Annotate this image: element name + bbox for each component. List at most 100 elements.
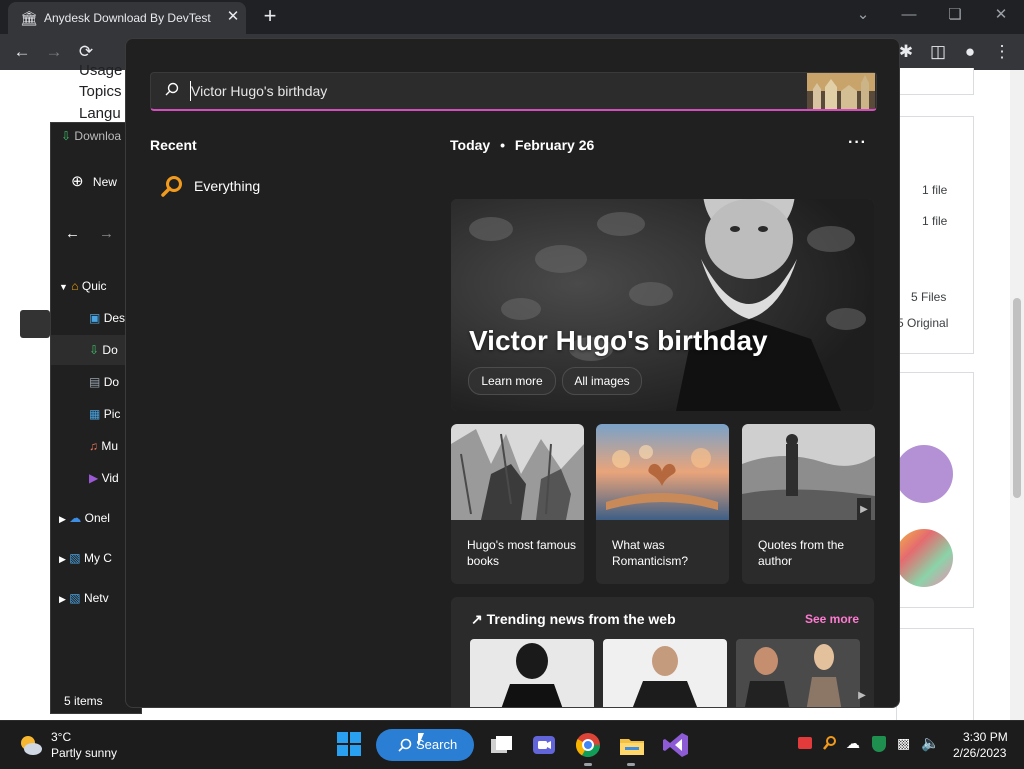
camera-chat-glyph [533, 736, 555, 754]
nav-onedrive[interactable]: ▶ ☁ Onel [59, 511, 110, 525]
side-panel-icon[interactable]: ◫ [926, 40, 950, 64]
explorer-title-text: Downloa [74, 129, 122, 143]
nav-item-documents[interactable]: ▤ Do [89, 375, 119, 389]
today-label: Today [450, 137, 491, 153]
card-famous-books[interactable]: Hugo's most famous books [451, 424, 584, 584]
date-label: February 26 [514, 137, 595, 153]
new-tab-button[interactable]: + [258, 5, 282, 29]
news-photo-image [736, 639, 860, 707]
chevron-down-icon: ▼ [59, 282, 68, 292]
trending-arrow-icon: ↗ [471, 611, 483, 627]
chrome-icon[interactable] [574, 731, 602, 759]
teams-chat-icon[interactable] [530, 731, 558, 759]
restore-button[interactable]: ❏ [940, 4, 970, 28]
learn-more-button[interactable]: Learn more [468, 367, 556, 395]
plus-circle-icon: ⊕ [71, 173, 84, 190]
page-link-language[interactable]: Langu [79, 105, 121, 122]
page-link-topics[interactable]: Topics [79, 83, 122, 100]
colorful-app-icon[interactable] [895, 529, 953, 587]
anydesk-tray-icon[interactable] [798, 737, 812, 749]
nav-label: Mu [101, 439, 119, 453]
file-explorer-icon[interactable] [618, 731, 646, 759]
reload-icon[interactable]: ⟳ [74, 40, 98, 64]
card-label: Hugo's most famous books [467, 538, 577, 568]
chat-bubble-icon[interactable] [20, 310, 50, 338]
engraving-image [451, 424, 584, 520]
profile-icon[interactable]: ● [958, 40, 982, 64]
nav-item-music[interactable]: ♫ Mu [89, 439, 118, 453]
close-window-button[interactable]: ✕ [986, 4, 1016, 28]
carousel-next-chevron-icon[interactable]: ▶ [857, 498, 871, 522]
nav-this-pc[interactable]: ▶ ▧ My C [59, 551, 112, 565]
network-icon[interactable]: ▩ [897, 735, 910, 752]
nav-item-desktop[interactable]: ▣ Des [89, 311, 125, 325]
forward-arrow-icon[interactable]: → [42, 40, 66, 64]
shield-icon[interactable] [872, 736, 886, 752]
clock-time[interactable]: 3:30 PM [963, 730, 1008, 744]
clock-date[interactable]: 2/26/2023 [953, 746, 1006, 760]
page-scrollbar-thumb[interactable] [1013, 298, 1021, 498]
back-arrow-icon[interactable]: ← [10, 40, 34, 64]
open-book-heart-image [596, 424, 729, 520]
search-box[interactable]: Victor Hugo's birthday [150, 72, 877, 111]
see-more-link[interactable]: See more [805, 612, 859, 626]
music-icon: ♫ [89, 439, 98, 453]
nav-label: Pic [103, 407, 121, 421]
nav-label: Do [102, 343, 118, 357]
news-photo-image [603, 639, 727, 707]
tab-search-chevron-icon[interactable]: ⌄ [848, 4, 878, 28]
taskbar-search-button[interactable]: Search [376, 729, 474, 761]
image-gallery-icon[interactable] [895, 445, 953, 503]
file-count: 1 file [922, 183, 948, 197]
hero-title: Victor Hugo's birthday [469, 325, 768, 356]
menu-kebab-icon[interactable]: ⋮ [990, 40, 1014, 64]
windows-start-icon[interactable] [336, 731, 364, 759]
browser-tab-bar: 🏛 Anydesk Download By DevTest : ✕ + ⌄ — … [0, 0, 1024, 34]
card-quotes[interactable]: Quotes from the author [742, 424, 875, 584]
nav-quick-access[interactable]: ▼ ⌂ Quic [59, 279, 107, 293]
more-options-button[interactable]: ··· [848, 134, 867, 152]
recent-item-label: Everything [194, 178, 261, 194]
search-icon [165, 82, 179, 96]
browser-tab[interactable]: 🏛 Anydesk Download By DevTest : ✕ [8, 2, 246, 34]
tab-close-icon[interactable]: ✕ [224, 8, 242, 26]
visual-studio-icon[interactable] [662, 731, 690, 759]
nav-network[interactable]: ▶ ▧ Netv [59, 591, 109, 605]
recent-item-everything[interactable]: Everything [160, 175, 360, 199]
explorer-status-text: 5 items [64, 694, 103, 708]
card-romanticism[interactable]: What was Romanticism? [596, 424, 729, 584]
everything-tray-icon[interactable] [823, 735, 837, 751]
folder-icon [620, 739, 644, 755]
card-label: Quotes from the author [758, 538, 845, 568]
today-header: Today • February 26 [450, 137, 594, 153]
weather-widget[interactable] [18, 733, 44, 757]
explorer-new-button[interactable]: ⊕ New [71, 172, 117, 190]
forward-arrow-icon[interactable]: → [99, 225, 114, 242]
cloud-offline-icon[interactable]: ☁ [846, 735, 860, 752]
all-images-button[interactable]: All images [562, 367, 642, 395]
nav-label: Quic [81, 279, 107, 293]
trending-news-item[interactable] [470, 639, 594, 707]
download-icon: ⇩ [61, 129, 72, 143]
news-photo-image [470, 639, 594, 707]
explorer-title: ⇩ Downloa [61, 129, 121, 143]
volume-icon[interactable]: 🔈 [921, 734, 940, 752]
everything-search-icon [161, 176, 182, 197]
picture-icon: ▦ [89, 407, 101, 421]
nav-item-videos[interactable]: ▶ Vid [89, 471, 119, 485]
author-on-rock-image [742, 424, 875, 520]
hero-card[interactable]: Victor Hugo's birthday Learn more All im… [451, 199, 874, 411]
back-arrow-icon[interactable]: ← [65, 225, 80, 242]
search-input[interactable]: Victor Hugo's birthday [191, 83, 327, 99]
task-view-icon[interactable] [487, 731, 515, 759]
nav-label: Des [103, 311, 126, 325]
magnifier-orange-icon [823, 736, 836, 750]
minimize-button[interactable]: — [894, 4, 924, 28]
nav-label: Onel [84, 511, 110, 525]
chevron-right-icon: ▶ [59, 554, 66, 564]
trending-news-item[interactable] [603, 639, 727, 707]
page-link-usage[interactable]: Usage [79, 62, 122, 79]
nav-item-pictures[interactable]: ▦ Pic [89, 407, 120, 421]
trending-next-chevron-icon[interactable]: ▶ [855, 684, 869, 707]
trending-news-item[interactable] [736, 639, 860, 707]
